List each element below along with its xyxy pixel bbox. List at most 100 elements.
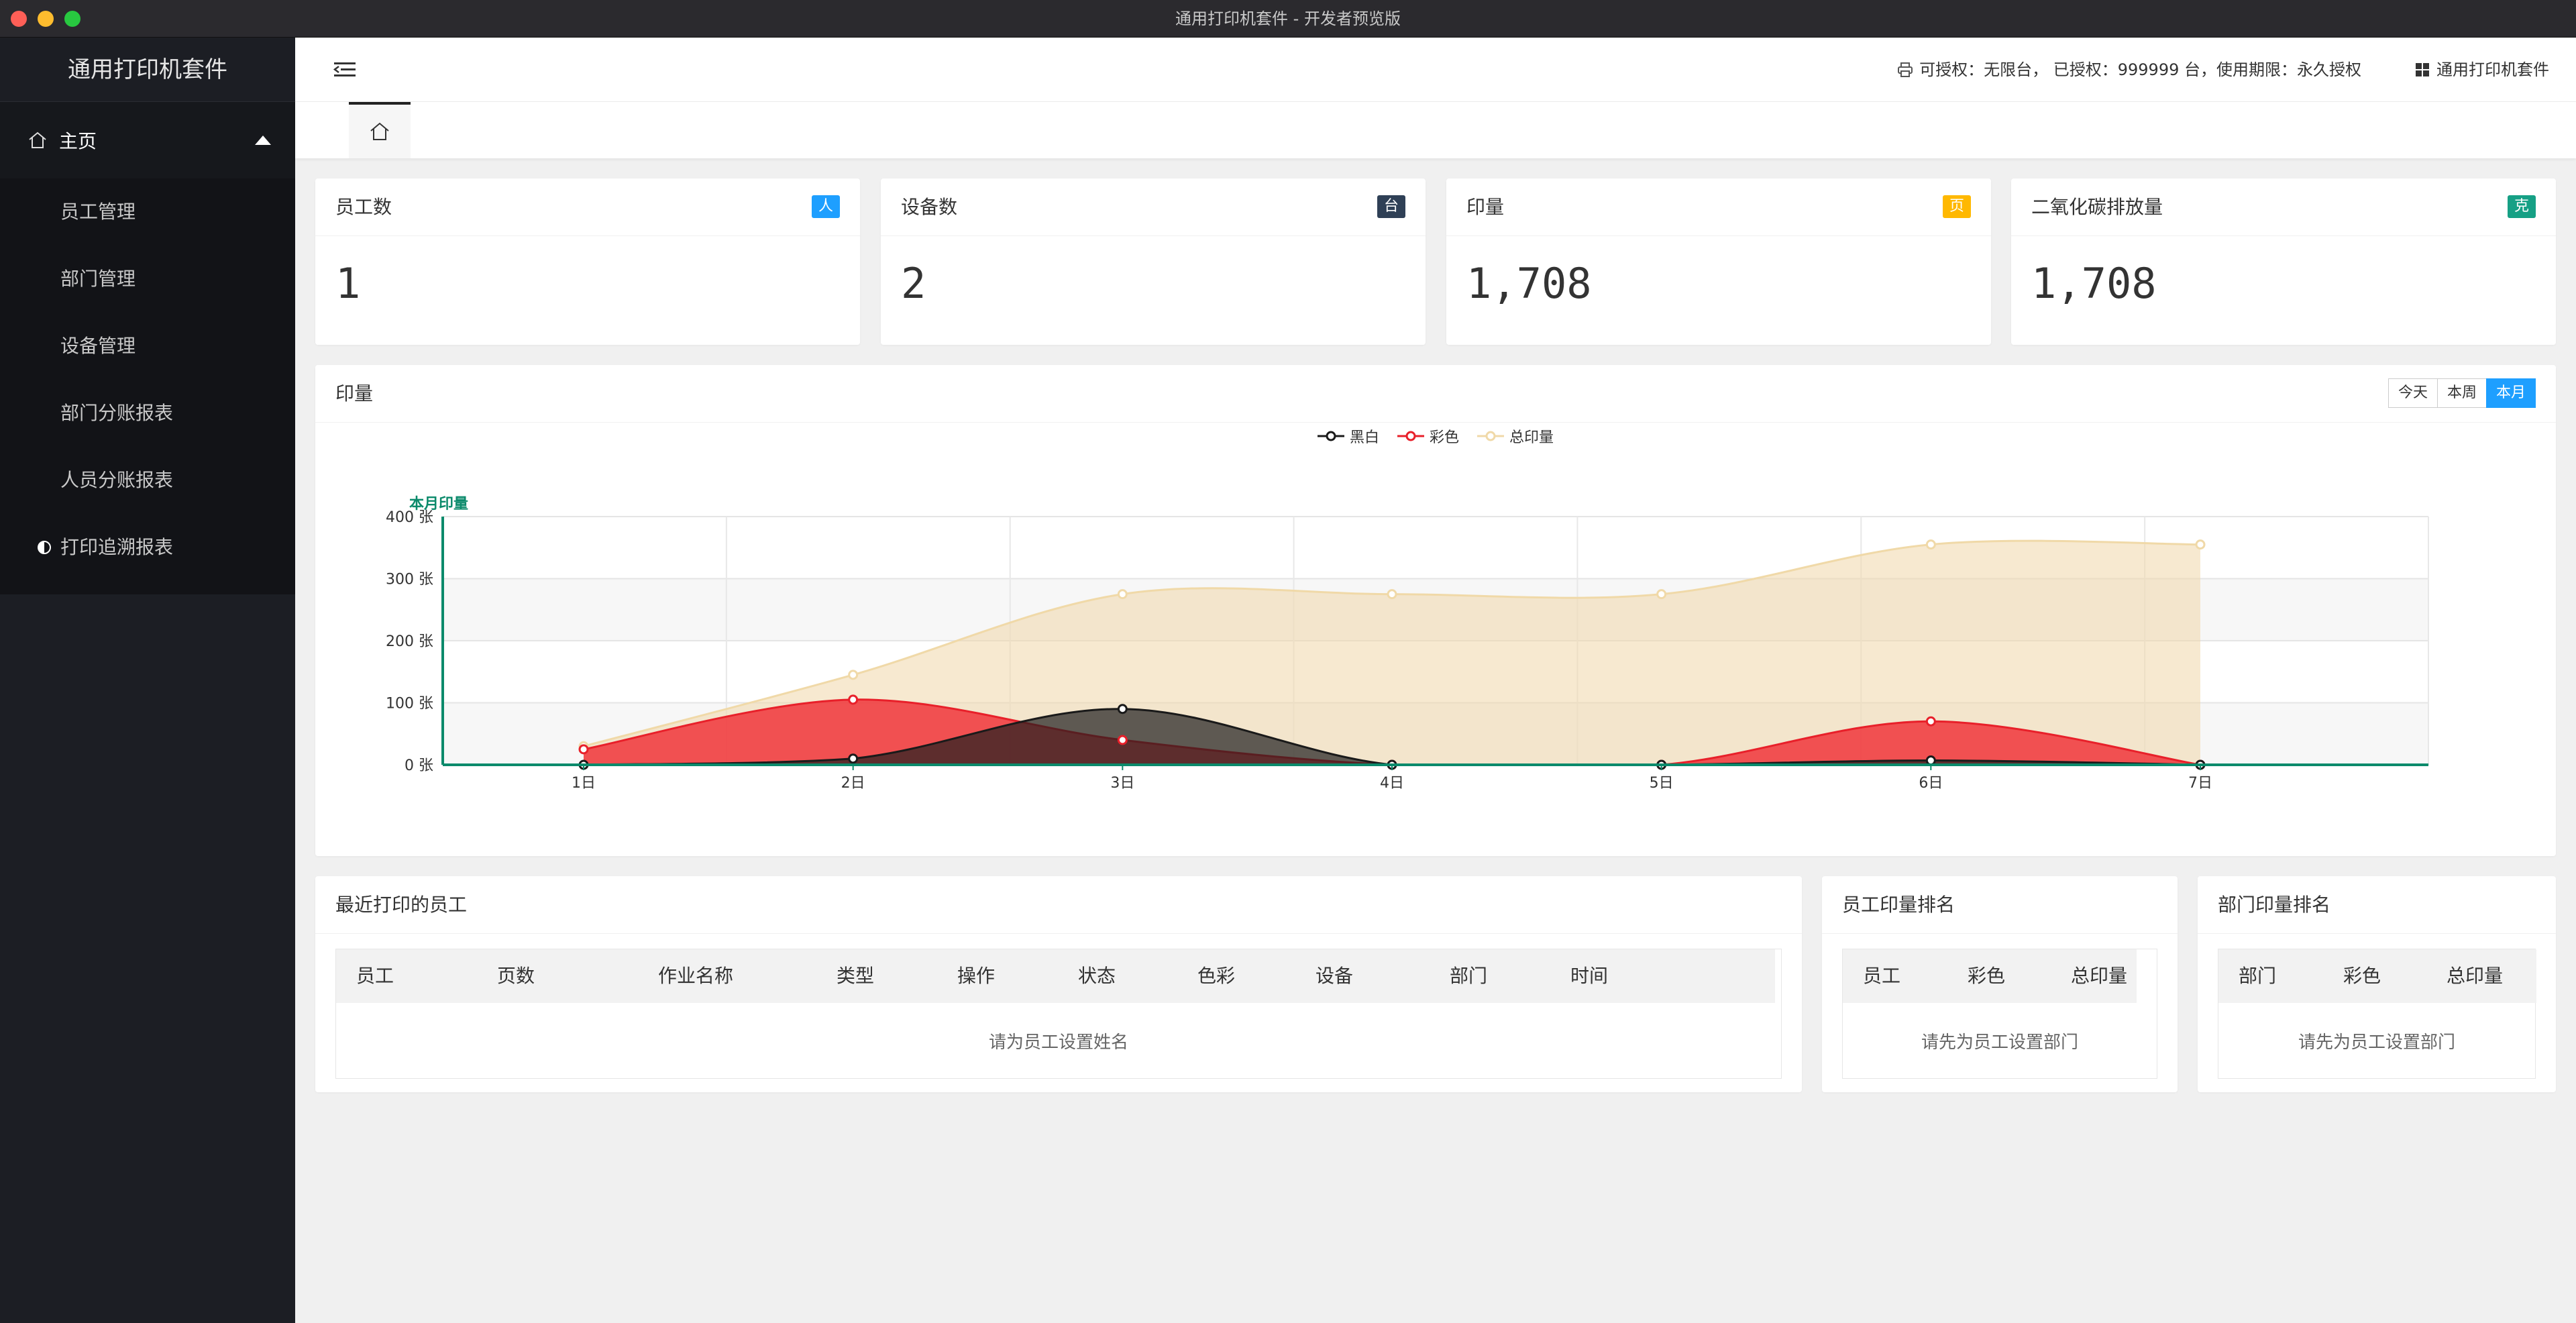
data-point bbox=[578, 759, 589, 770]
data-point bbox=[1925, 716, 1936, 727]
employee-rank-card: 员工印量排名 员工 彩色 总印量 请先为员工设置部门 bbox=[1822, 876, 2178, 1092]
print-volume-card: 印量 今天 本周 本月 黑白 彩色 总印量 0 张 100 张 200 张 300 张… bbox=[315, 365, 2556, 856]
column-header[interactable]: 部门 bbox=[2239, 949, 2276, 1003]
range-month-button[interactable]: 本月 bbox=[2485, 378, 2536, 408]
top-header: 可授权：无限台， 已授权：999999 台，使用期限：永久授权 通用打印机套件 bbox=[295, 38, 2576, 102]
sidebar-item-dept-report[interactable]: 部门分账报表 bbox=[0, 380, 295, 447]
table-header: 员工 页数 作业名称 类型 操作 状态 色彩 设备 部门 时间 bbox=[336, 949, 1775, 1003]
series-line bbox=[583, 539, 2201, 747]
x-tick-label: 7日 bbox=[2188, 775, 2212, 792]
windows-icon bbox=[2416, 63, 2429, 76]
stat-value: 1,708 bbox=[1466, 259, 1592, 308]
data-point bbox=[1117, 589, 1128, 600]
stat-card-employees: 员工数 人 1 bbox=[315, 178, 860, 345]
app-name-link[interactable]: 通用打印机套件 bbox=[2415, 38, 2549, 102]
series-line bbox=[583, 708, 2201, 766]
legend-item-color[interactable]: 彩色 bbox=[1397, 425, 1459, 447]
chart-legend: 黑白 彩色 总印量 bbox=[315, 425, 2556, 447]
sidebar-item-departments[interactable]: 部门管理 bbox=[0, 246, 295, 313]
stat-card-devices: 设备数 台 2 bbox=[881, 178, 1426, 345]
data-point bbox=[578, 744, 589, 755]
sidebar-item-devices[interactable]: 设备管理 bbox=[0, 313, 295, 380]
emp-rank-title: 员工印量排名 bbox=[1842, 894, 1955, 916]
stat-value: 1 bbox=[335, 259, 361, 308]
column-header[interactable]: 色彩 bbox=[1197, 949, 1235, 1003]
sidebar-item-label: 主页 bbox=[59, 130, 97, 152]
column-header[interactable]: 操作 bbox=[957, 949, 995, 1003]
sidebar: 通用打印机套件 主页 员工管理 部门管理 设备管理 部门分账报表 人员分账报表 … bbox=[0, 38, 295, 1323]
column-header[interactable]: 彩色 bbox=[2343, 949, 2381, 1003]
data-point bbox=[2195, 759, 2206, 770]
empty-message: 请先为员工设置部门 bbox=[2298, 1032, 2455, 1053]
column-header[interactable]: 状态 bbox=[1078, 949, 1116, 1003]
x-tick-label: 5日 bbox=[1650, 775, 1674, 792]
grid-band bbox=[443, 578, 2428, 641]
stat-badge: 克 bbox=[2507, 195, 2536, 218]
data-point bbox=[2195, 539, 2206, 550]
series-area bbox=[584, 708, 2200, 765]
column-header[interactable]: 总印量 bbox=[2447, 949, 2503, 1003]
sidebar-item-label: 人员分账报表 bbox=[60, 469, 174, 491]
column-header[interactable]: 彩色 bbox=[1968, 949, 2005, 1003]
half-circle-icon bbox=[38, 541, 51, 554]
sidebar-item-trace-report[interactable]: 打印追溯报表 bbox=[0, 514, 295, 581]
column-header[interactable]: 总印量 bbox=[2071, 949, 2127, 1003]
stat-card-co2: 二氧化碳排放量 克 1,708 bbox=[2011, 178, 2556, 345]
recent-title: 最近打印的员工 bbox=[335, 894, 468, 916]
legend-marker-icon bbox=[1477, 431, 1504, 441]
stat-badge: 页 bbox=[1942, 195, 1971, 218]
data-point bbox=[1656, 589, 1667, 600]
series-area bbox=[584, 699, 2200, 765]
sidebar-item-label: 部门分账报表 bbox=[60, 402, 174, 424]
chart-card-title: 印量 bbox=[335, 382, 374, 405]
sidebar-item-label: 打印追溯报表 bbox=[60, 536, 174, 558]
dept-rank-title: 部门印量排名 bbox=[2218, 894, 2331, 916]
home-icon bbox=[29, 131, 46, 148]
column-header[interactable]: 作业名称 bbox=[658, 949, 733, 1003]
x-tick-label: 3日 bbox=[1110, 775, 1134, 792]
column-header[interactable]: 类型 bbox=[837, 949, 874, 1003]
stat-title: 印量 bbox=[1466, 196, 1505, 218]
stat-card-prints: 印量 页 1,708 bbox=[1446, 178, 1991, 345]
column-header[interactable]: 部门 bbox=[1450, 949, 1487, 1003]
data-point bbox=[848, 753, 859, 764]
series-line bbox=[583, 698, 2201, 766]
tab-bar bbox=[295, 102, 2576, 158]
range-today-button[interactable]: 今天 bbox=[2387, 378, 2438, 408]
sidebar-item-home[interactable]: 主页 bbox=[0, 102, 295, 178]
data-point bbox=[578, 741, 589, 751]
employee-rank-table: 员工 彩色 总印量 请先为员工设置部门 bbox=[1842, 949, 2157, 1079]
column-header[interactable]: 页数 bbox=[497, 949, 535, 1003]
y-axis-label: 本月印量 bbox=[409, 496, 468, 513]
column-header[interactable]: 设备 bbox=[1316, 949, 1353, 1003]
window-title: 通用打印机套件 - 开发者预览版 bbox=[1175, 9, 1401, 28]
legend-marker-icon bbox=[1317, 431, 1344, 441]
legend-item-bw[interactable]: 黑白 bbox=[1317, 425, 1379, 447]
sidebar-item-label: 部门管理 bbox=[60, 268, 136, 290]
window-titlebar: 通用打印机套件 - 开发者预览版 bbox=[0, 0, 2576, 38]
y-tick-label: 400 张 bbox=[386, 509, 433, 526]
sidebar-item-staff-report[interactable]: 人员分账报表 bbox=[0, 447, 295, 514]
stat-title: 员工数 bbox=[335, 196, 392, 218]
x-tick-label: 2日 bbox=[841, 775, 865, 792]
license-text: 可授权：无限台， 已授权：999999 台，使用期限：永久授权 bbox=[1919, 60, 2361, 79]
legend-item-total[interactable]: 总印量 bbox=[1477, 425, 1554, 447]
caret-up-icon bbox=[255, 136, 271, 145]
stat-value: 2 bbox=[901, 259, 926, 308]
menu-toggle-icon[interactable] bbox=[333, 59, 357, 81]
sidebar-item-employees[interactable]: 员工管理 bbox=[0, 178, 295, 246]
recent-table: 员工 页数 作业名称 类型 操作 状态 色彩 设备 部门 时间 请为员工设置姓名 bbox=[335, 949, 1782, 1079]
data-point bbox=[1387, 589, 1397, 600]
range-selector: 今天 本周 本月 bbox=[2387, 378, 2536, 408]
data-point bbox=[1387, 759, 1397, 770]
table-header: 部门 彩色 总印量 bbox=[2218, 949, 2536, 1003]
tab-home[interactable] bbox=[349, 102, 411, 158]
column-header[interactable]: 员工 bbox=[356, 949, 394, 1003]
column-header[interactable]: 时间 bbox=[1570, 949, 1608, 1003]
range-week-button[interactable]: 本周 bbox=[2436, 378, 2487, 408]
legend-label: 黑白 bbox=[1349, 429, 1379, 446]
sidebar-item-label: 设备管理 bbox=[60, 335, 136, 357]
column-header[interactable]: 员工 bbox=[1863, 949, 1900, 1003]
x-tick-label: 1日 bbox=[572, 775, 596, 792]
app-name: 通用打印机套件 bbox=[2436, 60, 2549, 79]
